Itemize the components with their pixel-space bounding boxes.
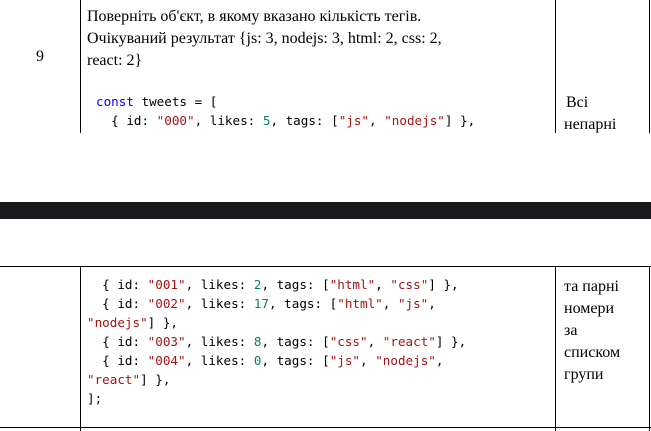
note-line: групи [564, 366, 604, 383]
code-token: , likes: [185, 334, 254, 349]
row-number: 9 [36, 48, 44, 65]
code-line: { id: "001", likes: 2, tags: ["html", "c… [87, 275, 557, 294]
code-token: , tags: [ [269, 296, 338, 311]
code-token: , tags: [ [261, 277, 330, 292]
note-cell: Всі непарні [564, 92, 649, 133]
code-token: { id: [87, 296, 148, 311]
row-divider [0, 427, 651, 428]
code-token: , [375, 277, 391, 292]
column-divider [649, 266, 650, 431]
code-token: , [367, 334, 383, 349]
code-token: ]; [87, 391, 103, 406]
page-divider [0, 202, 651, 219]
code-token: const [96, 94, 134, 109]
row-divider [0, 266, 651, 267]
code-token: "nodejs" [384, 113, 445, 128]
code-token: "html" [329, 277, 376, 292]
column-divider [649, 0, 650, 133]
task-description: Поверніть об'єкт, в якому вказано кількі… [87, 6, 547, 72]
code-line: const tweets = [ [96, 92, 566, 111]
table-fragment-top: 9 Поверніть об'єкт, в якому вказано кіль… [0, 0, 651, 133]
code-token: , tags: [ [270, 113, 339, 128]
code-token: "js" [329, 353, 361, 368]
code-token: { id: [96, 113, 157, 128]
code-token: , likes: [194, 113, 263, 128]
code-token: , likes: [185, 353, 254, 368]
code-token: "nodejs" [87, 315, 148, 330]
task-line: Очікуваний результат {js: 3, nodejs: 3, … [87, 30, 442, 47]
code-token: "react" [382, 334, 436, 349]
code-token: "004" [147, 353, 186, 368]
code-line: ]; [87, 389, 557, 408]
code-token: , [435, 353, 444, 368]
code-line: { id: "003", likes: 8, tags: ["css", "re… [87, 332, 557, 351]
code-token: "html" [337, 296, 383, 311]
code-token: , tags: [ [261, 353, 330, 368]
code-token: ] }, [428, 277, 459, 292]
code-token: { id: [87, 353, 148, 368]
note-line: Всі [566, 94, 589, 111]
code-token: "000" [156, 113, 195, 128]
code-token: "css" [329, 334, 368, 349]
column-divider [80, 266, 81, 431]
code-token: , [360, 353, 376, 368]
code-token: ] }, [147, 315, 179, 330]
code-token: "003" [147, 334, 186, 349]
note-line: за [564, 322, 578, 339]
task-line: Поверніть об'єкт, в якому вказано кількі… [87, 8, 422, 25]
code-line: "react"] }, [87, 370, 557, 389]
code-token: "js" [397, 296, 429, 311]
code-line: { id: "004", likes: 0, tags: ["js", "nod… [87, 351, 557, 370]
code-token: ] }, [140, 372, 171, 387]
code-token: tweets = [ [133, 94, 218, 109]
code-block: { id: "001", likes: 2, tags: ["html", "c… [87, 275, 557, 408]
code-token: { id: [87, 334, 148, 349]
table-fragment-bottom: { id: "001", likes: 2, tags: ["html", "c… [0, 266, 651, 431]
task-line: react: 2} [87, 52, 143, 69]
code-line: "nodejs"] }, [87, 313, 557, 332]
code-token: , likes: [185, 277, 254, 292]
code-token: , [369, 113, 385, 128]
code-token: , [382, 296, 398, 311]
code-token: "001" [147, 277, 186, 292]
note-line: та парні [564, 278, 619, 295]
code-token: { id: [87, 277, 148, 292]
code-token: ] }, [435, 334, 467, 349]
code-line: { id: "002", likes: 17, tags: ["html", "… [87, 294, 557, 313]
code-token: 17 [253, 296, 270, 311]
note-line: номери [564, 300, 615, 317]
code-token: "js" [338, 113, 370, 128]
code-token: , tags: [ [261, 334, 330, 349]
note-cell: та парні номери за списком групи [564, 276, 649, 386]
code-token: , [428, 296, 436, 311]
note-line: списком [564, 344, 621, 361]
code-token: "css" [390, 277, 429, 292]
code-token: "nodejs" [375, 353, 436, 368]
code-token: , likes: [185, 296, 254, 311]
column-divider [80, 0, 81, 133]
note-line: непарні [564, 116, 617, 133]
code-token: ] }, [444, 113, 476, 128]
code-token: "react" [87, 372, 141, 387]
code-token: "002" [147, 296, 186, 311]
code-line: { id: "000", likes: 5, tags: ["js", "nod… [96, 111, 566, 130]
code-block: const tweets = [ { id: "000", likes: 5, … [96, 92, 566, 130]
